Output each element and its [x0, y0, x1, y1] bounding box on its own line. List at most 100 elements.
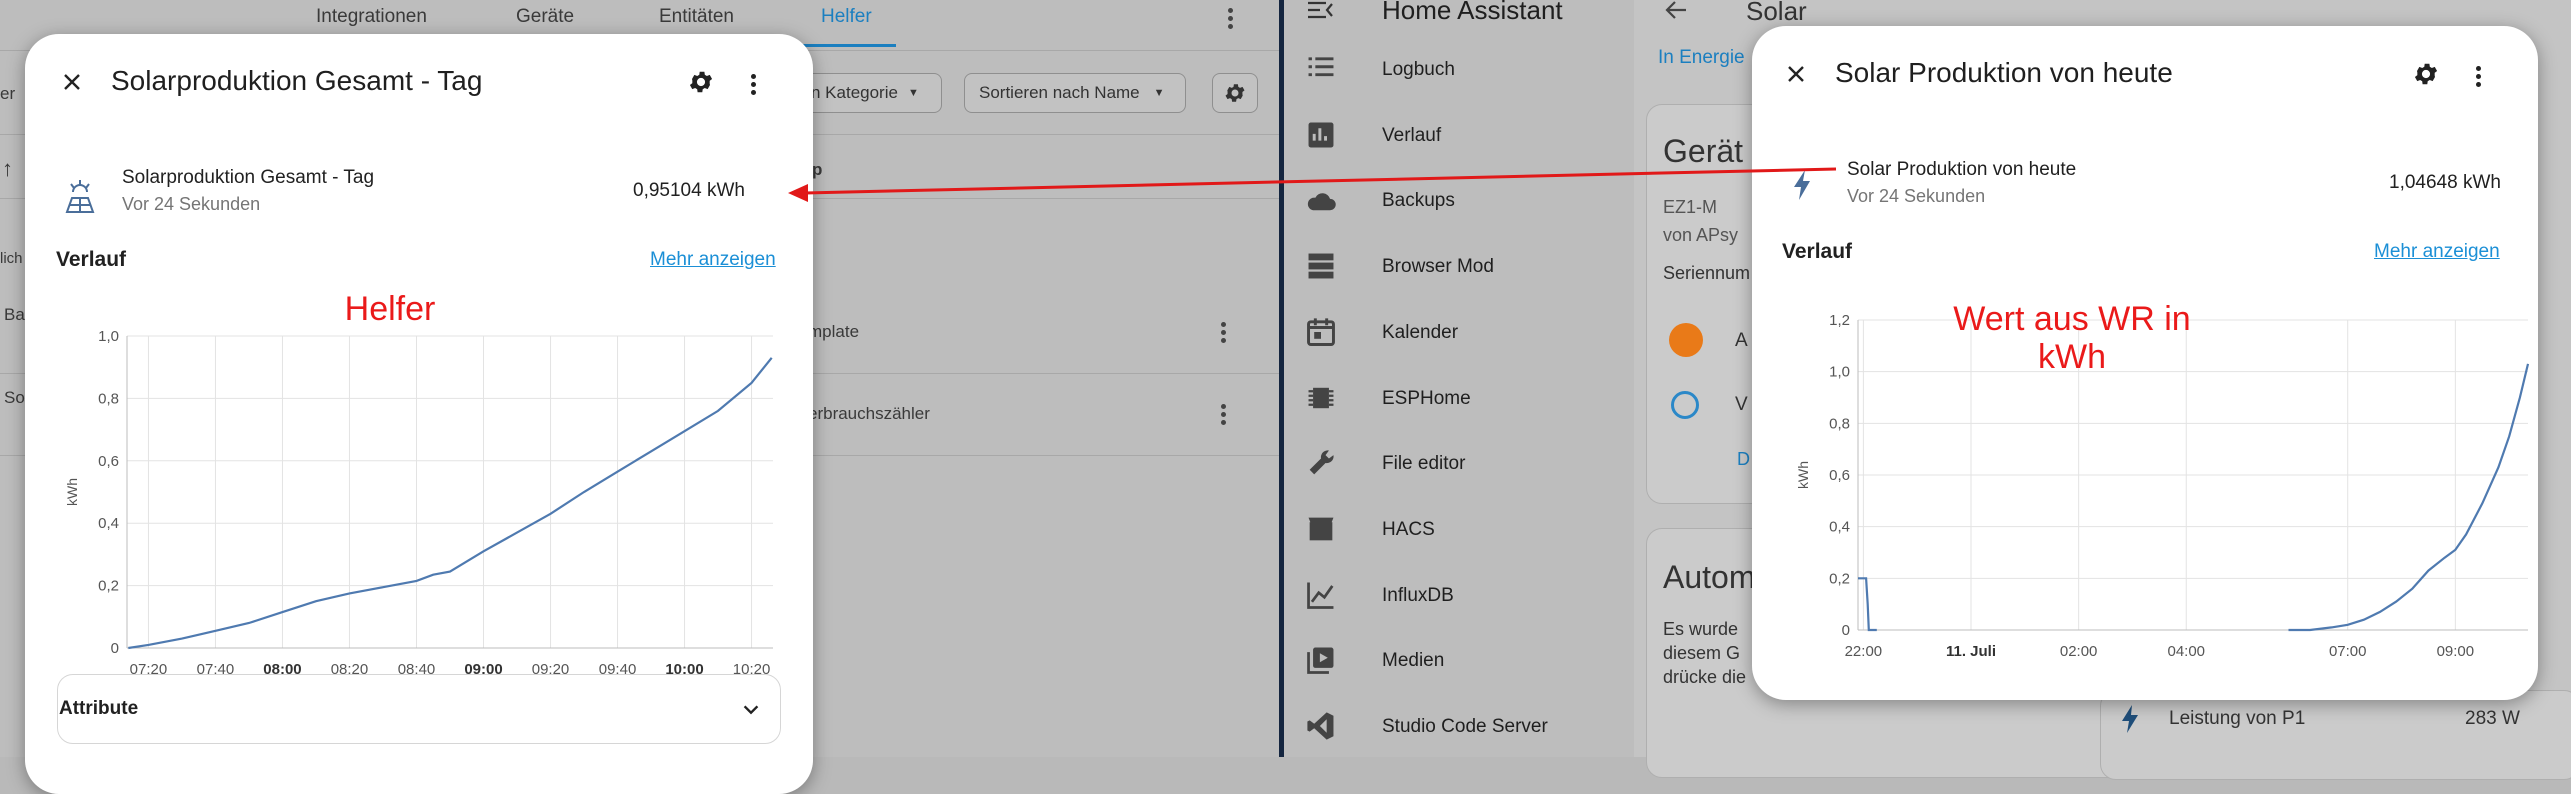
entity-row-v[interactable]: V — [1735, 394, 1748, 416]
x-tick-label: 02:00 — [2060, 643, 2098, 660]
sidebar-item-influxdb[interactable]: InfluxDB — [1284, 566, 1634, 626]
y-tick-label: 1,0 — [98, 328, 119, 345]
apsystems-logo-icon — [1669, 323, 1703, 357]
sidebar-item-browser-mod[interactable]: Browser Mod — [1284, 237, 1634, 297]
y-tick-label: 0,2 — [1829, 570, 1850, 587]
sidebar-item-label: Browser Mod — [1382, 256, 1494, 278]
breadcrumb-link[interactable]: In Energie — [1658, 47, 1745, 69]
y-axis-label: kWh — [64, 478, 80, 506]
sidebar-item-medien[interactable]: Medien — [1284, 631, 1634, 691]
chevron-down-icon — [743, 705, 759, 715]
show-more-link[interactable]: Mehr anzeigen — [650, 249, 776, 271]
back-arrow-icon[interactable] — [1664, 0, 1688, 20]
series-line-segment — [1858, 577, 1877, 632]
more-info-dialog-inverter: Solar Produktion von heute Solar Produkt… — [1752, 26, 2538, 700]
history-chart: 00,20,40,60,81,007:20 07:40 08:00 08:20 08:4… — [64, 328, 773, 678]
device-link[interactable]: D — [1737, 449, 1750, 470]
entities-card: Leistung von P1 283 W — [2100, 690, 2571, 780]
close-icon[interactable] — [52, 62, 92, 102]
filter-chip-cut: er — [0, 84, 16, 103]
more-info-dialog-helper: Solarproduktion Gesamt - Tag Solarproduk… — [25, 34, 813, 794]
annotation-helfer: Helfer — [344, 290, 436, 328]
sidebar-item-label: Verlauf — [1382, 124, 1442, 146]
entity-last-changed: Vor 24 Sekunden — [1847, 186, 1986, 206]
y-tick-label: 1,2 — [1829, 312, 1850, 329]
column-label: lich — [0, 250, 23, 267]
menu-collapse-icon[interactable] — [1306, 0, 1334, 22]
sidebar-item-studio-code-server[interactable]: Studio Code Server — [1284, 697, 1634, 757]
dialog-title: Solarproduktion Gesamt - Tag — [111, 65, 483, 96]
sidebar-item-backups[interactable]: Backups — [1284, 171, 1634, 231]
entity-value: 283 W — [2465, 708, 2520, 729]
arrow-up-icon[interactable]: ↑ — [2, 156, 13, 182]
category-filter-label: n Kategorie — [811, 83, 898, 102]
hacs-store-icon — [1308, 517, 1334, 541]
dialog-title: Solar Produktion von heute — [1835, 57, 2173, 88]
page-title: Solar — [1746, 0, 1807, 26]
vscode-icon — [1307, 712, 1334, 740]
gear-icon[interactable] — [681, 62, 721, 102]
serial-number: Seriennum — [1663, 263, 1751, 283]
card-heading: Autom — [1663, 559, 1756, 595]
sort-select[interactable]: Sortieren nach Name ▼ — [964, 73, 1186, 113]
y-tick-label: 0,8 — [98, 390, 119, 407]
sidebar-item-label: Kalender — [1382, 321, 1459, 343]
sidebar-item-verlauf[interactable]: Verlauf — [1284, 106, 1634, 166]
play-box-icon — [1307, 647, 1334, 675]
series-line-segment — [2288, 363, 2530, 632]
more-vert-icon[interactable] — [2466, 64, 2490, 88]
entity-state-value: 1,04648 kWh — [2389, 172, 2501, 193]
row-menu-icon[interactable] — [1211, 402, 1235, 426]
x-tick-label: 22:00 — [1845, 643, 1883, 660]
attributes-expander[interactable]: Attribute — [57, 674, 781, 744]
close-icon[interactable] — [1776, 54, 1816, 94]
attributes-label: Attribute — [59, 698, 139, 719]
sidebar-item-label: Studio Code Server — [1382, 716, 1548, 737]
list-item[interactable]: erbrauchszähler — [808, 404, 930, 424]
entity-row-a[interactable]: A — [1735, 330, 1748, 352]
y-tick-label: 0 — [1842, 622, 1850, 639]
tab-geraete[interactable]: Geräte — [516, 6, 574, 28]
tab-entitaeten[interactable]: Entitäten — [659, 6, 734, 28]
row-stub-1: Ba — [4, 305, 25, 324]
settings-button[interactable] — [1212, 73, 1258, 113]
y-tick-label: 0,4 — [98, 515, 119, 532]
device-manufacturer: von APsy — [1663, 225, 1739, 245]
sidebar-item-label: File editor — [1382, 453, 1466, 475]
card-heading: Gerät — [1663, 133, 1744, 169]
server-icon — [1308, 253, 1334, 279]
history-section-title: Verlauf — [56, 248, 127, 271]
sidebar-item-kalender[interactable]: Kalender — [1284, 303, 1634, 363]
more-icon[interactable] — [1218, 6, 1242, 30]
row-menu-icon[interactable] — [1211, 320, 1235, 344]
y-tick-label: 0,8 — [1829, 415, 1850, 432]
y-axis-label: kWh — [1795, 461, 1811, 489]
calendar-icon — [1307, 318, 1335, 346]
sidebar-item-hacs[interactable]: HACS — [1284, 500, 1634, 560]
active-tab-indicator — [800, 44, 896, 47]
flash-icon — [2122, 705, 2138, 733]
sidebar-item-esphome[interactable]: ESPHome — [1284, 369, 1634, 429]
sidebar: Home Assistant Logbuch Verlauf Backups Brow… — [1284, 0, 1634, 757]
app-title: Home Assistant — [1382, 0, 1563, 25]
flash-icon — [1794, 170, 1810, 200]
gear-icon — [1225, 84, 1245, 102]
entity-name: Leistung von P1 — [2169, 708, 2306, 729]
x-tick-label: 11. Juli — [1946, 643, 1996, 660]
entity-name: Solarproduktion Gesamt - Tag — [122, 167, 375, 188]
sidebar-item-file-editor[interactable]: File editor — [1284, 434, 1634, 494]
show-more-link[interactable]: Mehr anzeigen — [2374, 241, 2500, 263]
sidebar-item-logbuch[interactable]: Logbuch — [1284, 40, 1634, 100]
x-tick-label: 07:00 — [2329, 643, 2367, 660]
entity-name: Solar Produktion von heute — [1847, 159, 2077, 180]
chart-line-icon — [1307, 582, 1334, 609]
column-header: p — [812, 160, 823, 179]
more-vert-icon[interactable] — [741, 72, 765, 96]
cloud-icon — [1307, 193, 1336, 211]
category-filter[interactable]: n Kategorie ▼ — [796, 73, 942, 113]
tab-helfer[interactable]: Helfer — [821, 6, 872, 28]
tab-integrationen[interactable]: Integrationen — [316, 6, 427, 28]
list-item[interactable]: mplate — [808, 322, 859, 342]
gear-icon[interactable] — [2406, 54, 2446, 94]
sort-label: Sortieren nach Name — [979, 83, 1140, 102]
